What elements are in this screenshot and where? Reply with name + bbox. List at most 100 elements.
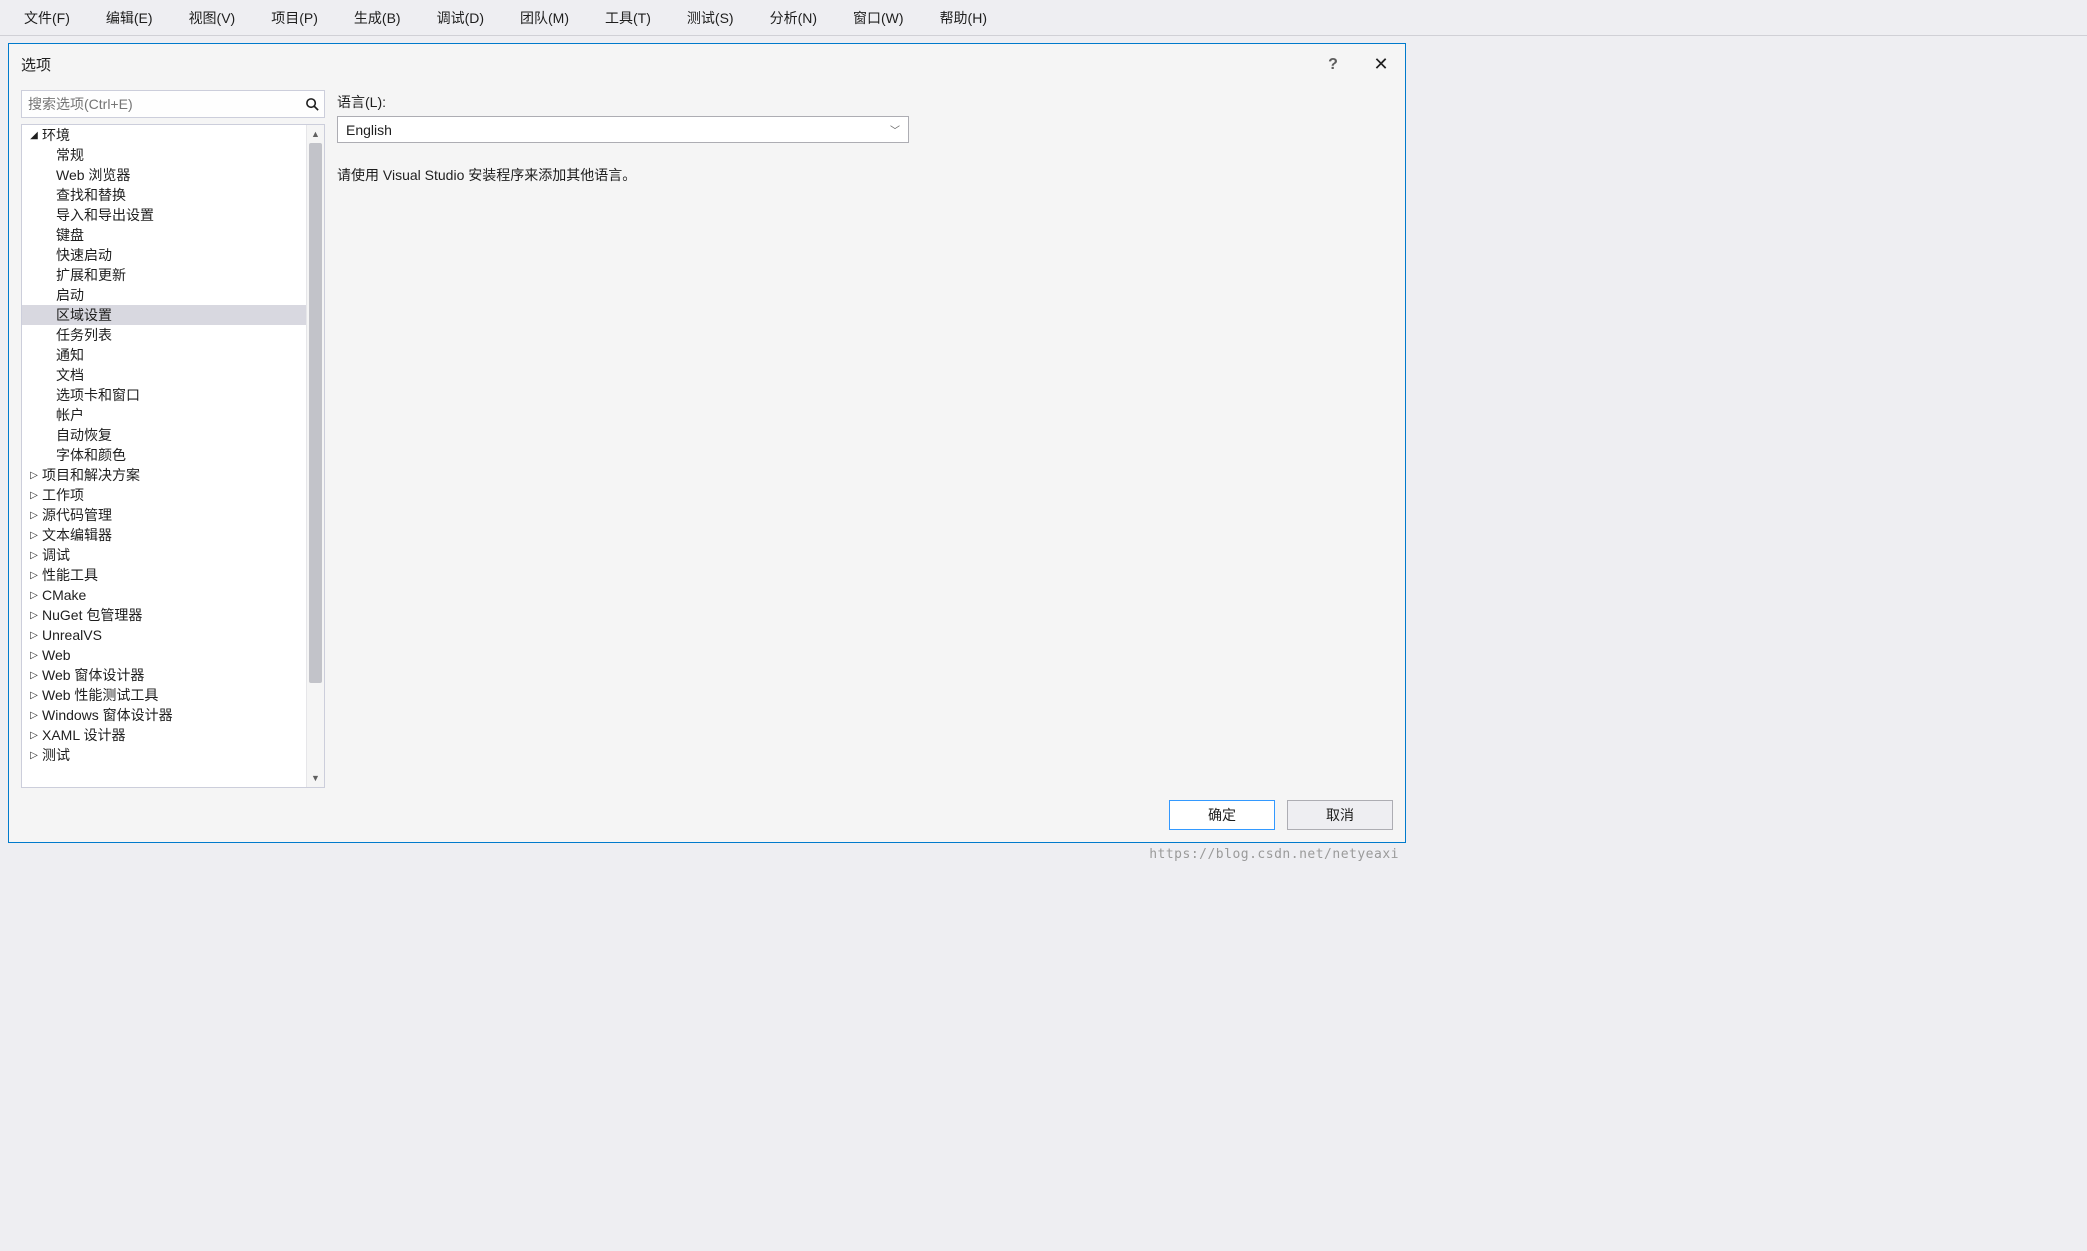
tree-label: 导入和导出设置 bbox=[54, 205, 154, 225]
tree-node[interactable]: ▷CMake bbox=[22, 585, 324, 605]
scroll-thumb[interactable] bbox=[309, 143, 322, 683]
tree-node[interactable]: ▷测试 bbox=[22, 745, 324, 765]
ok-button[interactable]: 确定 bbox=[1169, 800, 1275, 830]
help-icon[interactable]: ? bbox=[1323, 56, 1343, 74]
language-combo[interactable]: English ﹀ bbox=[337, 116, 909, 143]
close-icon[interactable]: ✕ bbox=[1371, 54, 1391, 75]
scroll-down-icon[interactable]: ▼ bbox=[307, 769, 324, 787]
tree-node[interactable]: ▷Web 性能测试工具 bbox=[22, 685, 324, 705]
menu-view[interactable]: 视图(V) bbox=[185, 4, 240, 32]
tree-label: 调试 bbox=[40, 545, 70, 565]
tree-label: UnrealVS bbox=[40, 627, 102, 643]
tree-label: 项目和解决方案 bbox=[40, 465, 140, 485]
dialog-titlebar: 选项 ? ✕ bbox=[9, 44, 1405, 90]
tree-label: XAML 设计器 bbox=[40, 725, 126, 745]
tree-node[interactable]: ▷源代码管理 bbox=[22, 505, 324, 525]
caret-right-icon: ▷ bbox=[28, 550, 40, 561]
language-label: 语言(L): bbox=[337, 92, 1393, 112]
tree-node[interactable]: ▷调试 bbox=[22, 545, 324, 565]
tree-label: Web 窗体设计器 bbox=[40, 665, 144, 685]
tree-label: 环境 bbox=[40, 125, 70, 145]
tree-label: Web 性能测试工具 bbox=[40, 685, 158, 705]
tree-item[interactable]: 导入和导出设置 bbox=[22, 205, 324, 225]
tree-item[interactable]: 任务列表 bbox=[22, 325, 324, 345]
menu-edit[interactable]: 编辑(E) bbox=[102, 4, 157, 32]
cancel-button[interactable]: 取消 bbox=[1287, 800, 1393, 830]
tree-node[interactable]: ▷UnrealVS bbox=[22, 625, 324, 645]
tree-item[interactable]: 扩展和更新 bbox=[22, 265, 324, 285]
tree-item[interactable]: 字体和颜色 bbox=[22, 445, 324, 465]
menu-debug[interactable]: 调试(D) bbox=[433, 4, 488, 32]
tree-node[interactable]: ▷Web 窗体设计器 bbox=[22, 665, 324, 685]
caret-right-icon: ▷ bbox=[28, 650, 40, 661]
options-left-pane: ◢ 环境 常规Web 浏览器查找和替换导入和导出设置键盘快速启动扩展和更新启动区… bbox=[15, 90, 325, 788]
tree-item[interactable]: 选项卡和窗口 bbox=[22, 385, 324, 405]
menu-team[interactable]: 团队(M) bbox=[516, 4, 573, 32]
chevron-down-icon: ﹀ bbox=[890, 122, 900, 137]
caret-down-icon: ◢ bbox=[28, 130, 40, 141]
menu-tools[interactable]: 工具(T) bbox=[601, 4, 655, 32]
search-icon[interactable] bbox=[300, 91, 324, 117]
menu-project[interactable]: 项目(P) bbox=[267, 4, 322, 32]
menu-window[interactable]: 窗口(W) bbox=[849, 4, 908, 32]
scroll-up-icon[interactable]: ▲ bbox=[307, 125, 324, 143]
tree-label: Web 浏览器 bbox=[54, 165, 130, 185]
options-search[interactable] bbox=[21, 90, 325, 118]
menubar: 文件(F) 编辑(E) 视图(V) 项目(P) 生成(B) 调试(D) 团队(M… bbox=[0, 0, 2087, 36]
tree-item[interactable]: 查找和替换 bbox=[22, 185, 324, 205]
menu-file[interactable]: 文件(F) bbox=[20, 4, 74, 32]
search-input[interactable] bbox=[22, 92, 300, 116]
tree-node[interactable]: ▷性能工具 bbox=[22, 565, 324, 585]
menu-analyze[interactable]: 分析(N) bbox=[766, 4, 821, 32]
caret-right-icon: ▷ bbox=[28, 710, 40, 721]
tree-item[interactable]: Web 浏览器 bbox=[22, 165, 324, 185]
tree-label: 字体和颜色 bbox=[54, 445, 126, 465]
tree-item[interactable]: 文档 bbox=[22, 365, 324, 385]
tree-node[interactable]: ▷工作项 bbox=[22, 485, 324, 505]
tree-item[interactable]: 启动 bbox=[22, 285, 324, 305]
tree-label: 启动 bbox=[54, 285, 84, 305]
tree-item[interactable]: 帐户 bbox=[22, 405, 324, 425]
caret-right-icon: ▷ bbox=[28, 730, 40, 741]
tree-node[interactable]: ▷XAML 设计器 bbox=[22, 725, 324, 745]
tree-label: 任务列表 bbox=[54, 325, 112, 345]
tree-label: 工作项 bbox=[40, 485, 84, 505]
dialog-footer: 确定 取消 bbox=[9, 788, 1405, 842]
options-dialog: 选项 ? ✕ bbox=[8, 43, 1406, 843]
tree-item[interactable]: 区域设置 bbox=[22, 305, 324, 325]
tree-node[interactable]: ▷NuGet 包管理器 bbox=[22, 605, 324, 625]
caret-right-icon: ▷ bbox=[28, 510, 40, 521]
tree-label: 文本编辑器 bbox=[40, 525, 112, 545]
tree-node-environment[interactable]: ◢ 环境 bbox=[22, 125, 324, 145]
tree-label: 源代码管理 bbox=[40, 505, 112, 525]
menu-help[interactable]: 帮助(H) bbox=[936, 4, 991, 32]
tree-item[interactable]: 快速启动 bbox=[22, 245, 324, 265]
tree-scrollbar[interactable]: ▲ ▼ bbox=[306, 125, 324, 787]
tree-label: 查找和替换 bbox=[54, 185, 126, 205]
tree-label: 常规 bbox=[54, 145, 84, 165]
tree-label: CMake bbox=[40, 587, 86, 603]
menu-test[interactable]: 测试(S) bbox=[683, 4, 738, 32]
tree-item[interactable]: 通知 bbox=[22, 345, 324, 365]
tree-node[interactable]: ▷Web bbox=[22, 645, 324, 665]
tree-node[interactable]: ▷项目和解决方案 bbox=[22, 465, 324, 485]
tree-label: 扩展和更新 bbox=[54, 265, 126, 285]
tree-label: 测试 bbox=[40, 745, 70, 765]
caret-right-icon: ▷ bbox=[28, 630, 40, 641]
watermark-text: https://blog.csdn.net/netyeaxi bbox=[1149, 847, 1399, 862]
language-hint: 请使用 Visual Studio 安装程序来添加其他语言。 bbox=[337, 165, 1393, 185]
tree-item[interactable]: 自动恢复 bbox=[22, 425, 324, 445]
options-right-pane: 语言(L): English ﹀ 请使用 Visual Studio 安装程序来… bbox=[337, 90, 1393, 788]
menu-build[interactable]: 生成(B) bbox=[350, 4, 405, 32]
tree-node[interactable]: ▷文本编辑器 bbox=[22, 525, 324, 545]
tree-node[interactable]: ▷Windows 窗体设计器 bbox=[22, 705, 324, 725]
caret-right-icon: ▷ bbox=[28, 570, 40, 581]
caret-right-icon: ▷ bbox=[28, 610, 40, 621]
dialog-title: 选项 bbox=[19, 54, 51, 75]
tree-label: NuGet 包管理器 bbox=[40, 605, 142, 625]
tree-item[interactable]: 常规 bbox=[22, 145, 324, 165]
tree-item[interactable]: 键盘 bbox=[22, 225, 324, 245]
caret-right-icon: ▷ bbox=[28, 690, 40, 701]
caret-right-icon: ▷ bbox=[28, 750, 40, 761]
scroll-track[interactable] bbox=[307, 143, 324, 769]
